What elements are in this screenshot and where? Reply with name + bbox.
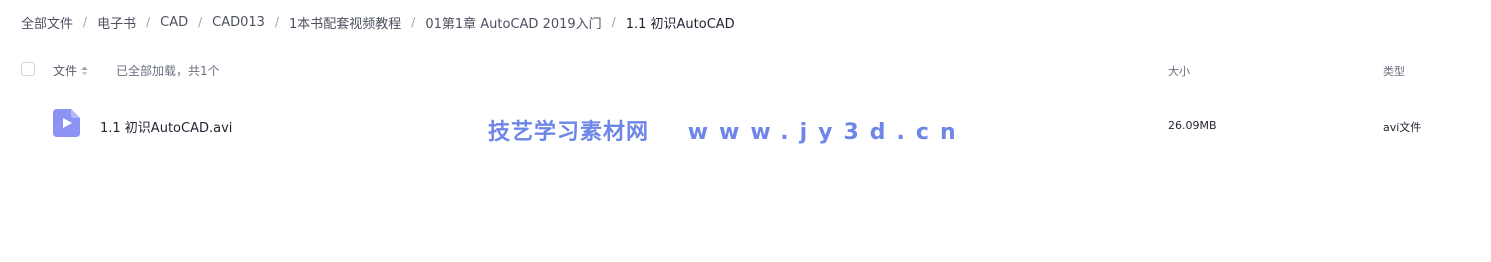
file-browser: 全部文件 / 电子书 / CAD / CAD013 / 1本书配套视频教程 / … (0, 0, 1491, 262)
breadcrumb-separator: / (411, 15, 416, 29)
breadcrumb-item-video-tutorials[interactable]: 1本书配套视频教程 (289, 13, 401, 32)
file-type: avi文件 (1383, 121, 1422, 134)
size-column-header[interactable]: 大小 (1168, 63, 1190, 79)
breadcrumb-item-current: 1.1 初识AutoCAD (625, 16, 735, 32)
breadcrumb-separator: / (146, 15, 151, 29)
sort-icon[interactable] (81, 66, 88, 76)
breadcrumb-item-all-files[interactable]: 全部文件 (21, 13, 73, 32)
breadcrumb-item-cad[interactable]: CAD (160, 15, 188, 30)
name-column-header[interactable]: 文件 (53, 62, 88, 79)
file-name[interactable]: 1.1 初识AutoCAD.avi (100, 117, 232, 136)
breadcrumb-item-chapter-1[interactable]: 01第1章 AutoCAD 2019入门 (425, 13, 601, 32)
watermark: 技艺学习素材网 www.jy3d.cn (488, 114, 967, 146)
watermark-url: www.jy3d.cn (687, 120, 967, 145)
file-size: 26.09MB (1168, 119, 1217, 132)
watermark-site-name: 技艺学习素材网 (488, 120, 650, 145)
loaded-count-text: 已全部加载，共1个 (116, 64, 220, 78)
breadcrumb-separator: / (83, 15, 88, 29)
breadcrumb-item-cad013[interactable]: CAD013 (212, 15, 265, 30)
breadcrumb-separator: / (611, 15, 616, 29)
select-all-checkbox[interactable] (21, 62, 35, 76)
file-list-header: 文件 已全部加载，共1个 大小 类型 (0, 58, 1491, 82)
video-file-icon (53, 109, 80, 137)
breadcrumb-separator: / (274, 15, 279, 29)
type-column-header[interactable]: 类型 (1383, 63, 1405, 79)
breadcrumb-item-ebooks[interactable]: 电子书 (97, 13, 136, 32)
name-column-label: 文件 (53, 64, 78, 78)
breadcrumb-separator: / (198, 15, 203, 29)
breadcrumb: 全部文件 / 电子书 / CAD / CAD013 / 1本书配套视频教程 / … (21, 12, 735, 32)
